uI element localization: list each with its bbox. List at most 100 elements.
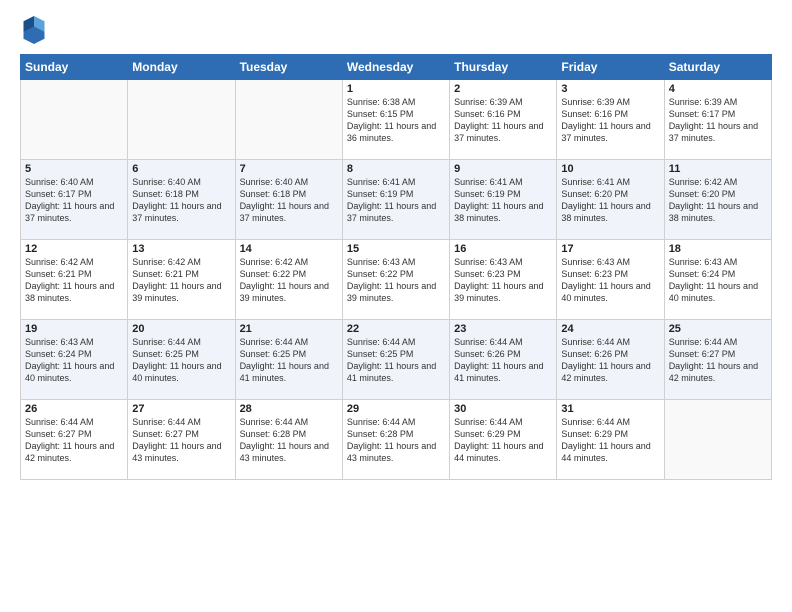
- calendar-cell: 27Sunrise: 6:44 AM Sunset: 6:27 PM Dayli…: [128, 400, 235, 480]
- calendar-cell: 26Sunrise: 6:44 AM Sunset: 6:27 PM Dayli…: [21, 400, 128, 480]
- day-number: 5: [25, 163, 123, 175]
- day-number: 7: [240, 163, 338, 175]
- calendar-week-1: 1Sunrise: 6:38 AM Sunset: 6:15 PM Daylig…: [21, 80, 772, 160]
- calendar-week-2: 5Sunrise: 6:40 AM Sunset: 6:17 PM Daylig…: [21, 160, 772, 240]
- day-info: Sunrise: 6:39 AM Sunset: 6:16 PM Dayligh…: [561, 96, 659, 145]
- calendar-cell: 31Sunrise: 6:44 AM Sunset: 6:29 PM Dayli…: [557, 400, 664, 480]
- calendar-cell: [128, 80, 235, 160]
- day-info: Sunrise: 6:40 AM Sunset: 6:18 PM Dayligh…: [240, 176, 338, 225]
- calendar-cell: 2Sunrise: 6:39 AM Sunset: 6:16 PM Daylig…: [450, 80, 557, 160]
- day-number: 12: [25, 243, 123, 255]
- day-number: 11: [669, 163, 767, 175]
- day-number: 29: [347, 403, 445, 415]
- day-number: 30: [454, 403, 552, 415]
- day-info: Sunrise: 6:43 AM Sunset: 6:24 PM Dayligh…: [25, 336, 123, 385]
- day-number: 26: [25, 403, 123, 415]
- day-info: Sunrise: 6:44 AM Sunset: 6:27 PM Dayligh…: [25, 416, 123, 465]
- day-info: Sunrise: 6:43 AM Sunset: 6:22 PM Dayligh…: [347, 256, 445, 305]
- logo-icon: [20, 16, 48, 44]
- day-info: Sunrise: 6:42 AM Sunset: 6:21 PM Dayligh…: [132, 256, 230, 305]
- day-info: Sunrise: 6:44 AM Sunset: 6:28 PM Dayligh…: [347, 416, 445, 465]
- calendar-cell: 9Sunrise: 6:41 AM Sunset: 6:19 PM Daylig…: [450, 160, 557, 240]
- day-info: Sunrise: 6:44 AM Sunset: 6:25 PM Dayligh…: [347, 336, 445, 385]
- day-info: Sunrise: 6:44 AM Sunset: 6:26 PM Dayligh…: [454, 336, 552, 385]
- weekday-header-thursday: Thursday: [450, 55, 557, 80]
- day-number: 1: [347, 83, 445, 95]
- day-number: 23: [454, 323, 552, 335]
- day-info: Sunrise: 6:40 AM Sunset: 6:18 PM Dayligh…: [132, 176, 230, 225]
- weekday-header-monday: Monday: [128, 55, 235, 80]
- calendar-cell: 12Sunrise: 6:42 AM Sunset: 6:21 PM Dayli…: [21, 240, 128, 320]
- day-number: 27: [132, 403, 230, 415]
- day-info: Sunrise: 6:42 AM Sunset: 6:20 PM Dayligh…: [669, 176, 767, 225]
- day-number: 22: [347, 323, 445, 335]
- calendar-cell: 21Sunrise: 6:44 AM Sunset: 6:25 PM Dayli…: [235, 320, 342, 400]
- day-number: 13: [132, 243, 230, 255]
- day-number: 31: [561, 403, 659, 415]
- day-info: Sunrise: 6:43 AM Sunset: 6:23 PM Dayligh…: [454, 256, 552, 305]
- calendar-week-5: 26Sunrise: 6:44 AM Sunset: 6:27 PM Dayli…: [21, 400, 772, 480]
- calendar-cell: 24Sunrise: 6:44 AM Sunset: 6:26 PM Dayli…: [557, 320, 664, 400]
- calendar-cell: 17Sunrise: 6:43 AM Sunset: 6:23 PM Dayli…: [557, 240, 664, 320]
- calendar-cell: 4Sunrise: 6:39 AM Sunset: 6:17 PM Daylig…: [664, 80, 771, 160]
- header: [20, 16, 772, 44]
- day-number: 18: [669, 243, 767, 255]
- calendar-cell: 13Sunrise: 6:42 AM Sunset: 6:21 PM Dayli…: [128, 240, 235, 320]
- day-info: Sunrise: 6:40 AM Sunset: 6:17 PM Dayligh…: [25, 176, 123, 225]
- calendar-cell: 25Sunrise: 6:44 AM Sunset: 6:27 PM Dayli…: [664, 320, 771, 400]
- calendar-cell: 20Sunrise: 6:44 AM Sunset: 6:25 PM Dayli…: [128, 320, 235, 400]
- calendar-cell: 29Sunrise: 6:44 AM Sunset: 6:28 PM Dayli…: [342, 400, 449, 480]
- day-info: Sunrise: 6:41 AM Sunset: 6:20 PM Dayligh…: [561, 176, 659, 225]
- calendar-cell: 18Sunrise: 6:43 AM Sunset: 6:24 PM Dayli…: [664, 240, 771, 320]
- day-number: 9: [454, 163, 552, 175]
- calendar-week-3: 12Sunrise: 6:42 AM Sunset: 6:21 PM Dayli…: [21, 240, 772, 320]
- day-info: Sunrise: 6:42 AM Sunset: 6:21 PM Dayligh…: [25, 256, 123, 305]
- calendar-cell: 5Sunrise: 6:40 AM Sunset: 6:17 PM Daylig…: [21, 160, 128, 240]
- day-info: Sunrise: 6:44 AM Sunset: 6:28 PM Dayligh…: [240, 416, 338, 465]
- day-info: Sunrise: 6:44 AM Sunset: 6:27 PM Dayligh…: [669, 336, 767, 385]
- day-info: Sunrise: 6:44 AM Sunset: 6:29 PM Dayligh…: [561, 416, 659, 465]
- day-info: Sunrise: 6:44 AM Sunset: 6:29 PM Dayligh…: [454, 416, 552, 465]
- calendar-cell: 11Sunrise: 6:42 AM Sunset: 6:20 PM Dayli…: [664, 160, 771, 240]
- calendar-cell: 30Sunrise: 6:44 AM Sunset: 6:29 PM Dayli…: [450, 400, 557, 480]
- calendar-cell: 23Sunrise: 6:44 AM Sunset: 6:26 PM Dayli…: [450, 320, 557, 400]
- day-info: Sunrise: 6:44 AM Sunset: 6:27 PM Dayligh…: [132, 416, 230, 465]
- page: SundayMondayTuesdayWednesdayThursdayFrid…: [0, 0, 792, 612]
- calendar-cell: 22Sunrise: 6:44 AM Sunset: 6:25 PM Dayli…: [342, 320, 449, 400]
- day-number: 24: [561, 323, 659, 335]
- calendar-cell: 1Sunrise: 6:38 AM Sunset: 6:15 PM Daylig…: [342, 80, 449, 160]
- day-info: Sunrise: 6:44 AM Sunset: 6:25 PM Dayligh…: [132, 336, 230, 385]
- day-number: 20: [132, 323, 230, 335]
- calendar-table: SundayMondayTuesdayWednesdayThursdayFrid…: [20, 54, 772, 480]
- day-info: Sunrise: 6:39 AM Sunset: 6:17 PM Dayligh…: [669, 96, 767, 145]
- calendar-cell: [664, 400, 771, 480]
- day-number: 10: [561, 163, 659, 175]
- calendar-cell: [21, 80, 128, 160]
- day-number: 2: [454, 83, 552, 95]
- day-number: 3: [561, 83, 659, 95]
- day-info: Sunrise: 6:43 AM Sunset: 6:23 PM Dayligh…: [561, 256, 659, 305]
- day-number: 15: [347, 243, 445, 255]
- day-info: Sunrise: 6:44 AM Sunset: 6:25 PM Dayligh…: [240, 336, 338, 385]
- day-number: 19: [25, 323, 123, 335]
- day-info: Sunrise: 6:44 AM Sunset: 6:26 PM Dayligh…: [561, 336, 659, 385]
- calendar-cell: 3Sunrise: 6:39 AM Sunset: 6:16 PM Daylig…: [557, 80, 664, 160]
- calendar-cell: 10Sunrise: 6:41 AM Sunset: 6:20 PM Dayli…: [557, 160, 664, 240]
- calendar-cell: 19Sunrise: 6:43 AM Sunset: 6:24 PM Dayli…: [21, 320, 128, 400]
- day-number: 16: [454, 243, 552, 255]
- day-info: Sunrise: 6:41 AM Sunset: 6:19 PM Dayligh…: [454, 176, 552, 225]
- logo: [20, 16, 50, 44]
- day-number: 8: [347, 163, 445, 175]
- weekday-header-row: SundayMondayTuesdayWednesdayThursdayFrid…: [21, 55, 772, 80]
- day-number: 4: [669, 83, 767, 95]
- calendar-cell: 28Sunrise: 6:44 AM Sunset: 6:28 PM Dayli…: [235, 400, 342, 480]
- calendar-cell: 16Sunrise: 6:43 AM Sunset: 6:23 PM Dayli…: [450, 240, 557, 320]
- weekday-header-tuesday: Tuesday: [235, 55, 342, 80]
- weekday-header-friday: Friday: [557, 55, 664, 80]
- day-number: 14: [240, 243, 338, 255]
- day-info: Sunrise: 6:42 AM Sunset: 6:22 PM Dayligh…: [240, 256, 338, 305]
- calendar-cell: 6Sunrise: 6:40 AM Sunset: 6:18 PM Daylig…: [128, 160, 235, 240]
- day-info: Sunrise: 6:41 AM Sunset: 6:19 PM Dayligh…: [347, 176, 445, 225]
- calendar-cell: 7Sunrise: 6:40 AM Sunset: 6:18 PM Daylig…: [235, 160, 342, 240]
- day-number: 28: [240, 403, 338, 415]
